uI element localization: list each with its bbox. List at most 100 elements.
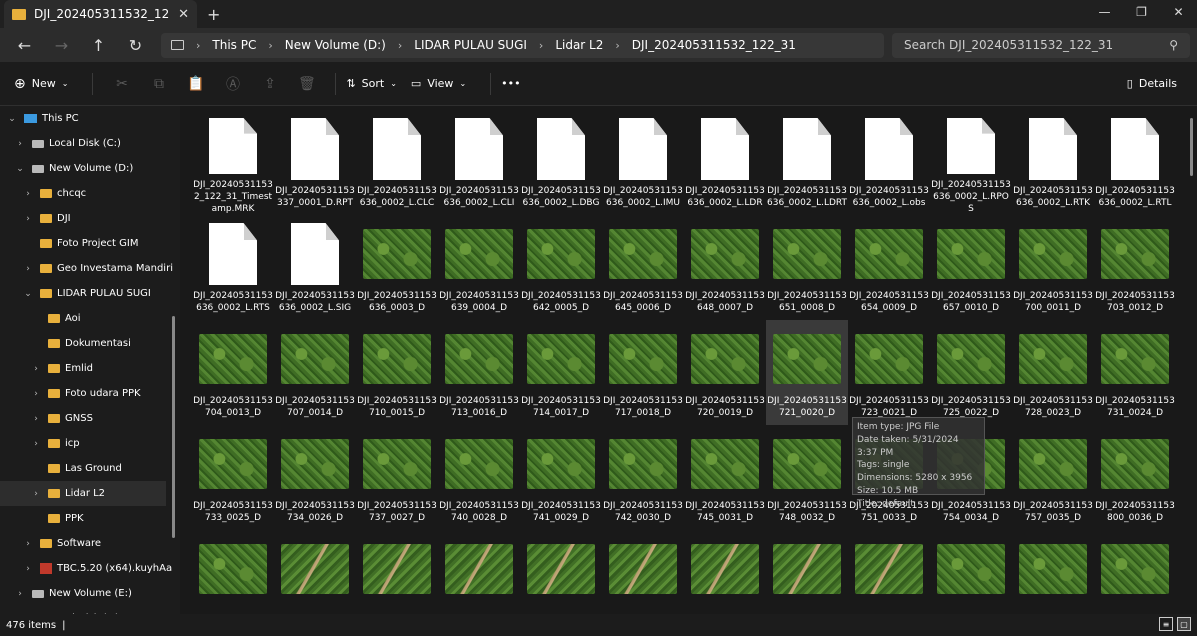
- file-item[interactable]: DJI_20240531153721_0020_D: [766, 320, 848, 425]
- file-item[interactable]: [1012, 530, 1094, 614]
- breadcrumb-item[interactable]: DJI_202405311532_122_31: [632, 38, 796, 52]
- nav-item[interactable]: ⌄ LIDAR PULAU SUGI: [0, 281, 180, 306]
- file-item[interactable]: DJI_20240531153717_0018_D: [602, 320, 684, 425]
- chevron-icon[interactable]: ›: [22, 564, 34, 574]
- more-options-button[interactable]: •••: [501, 77, 520, 90]
- paste-icon[interactable]: 📋: [177, 76, 214, 92]
- delete-icon[interactable]: 🗑: [288, 76, 325, 92]
- file-item[interactable]: DJI_20240531153636_0002_L.CLC: [356, 110, 438, 215]
- breadcrumb-item[interactable]: Lidar L2: [555, 38, 603, 52]
- file-item[interactable]: [192, 530, 274, 614]
- file-item[interactable]: [684, 530, 766, 614]
- minimize-button[interactable]: —: [1086, 0, 1123, 24]
- file-item[interactable]: DJI_20240531153745_0031_D: [684, 425, 766, 530]
- breadcrumb-separator-icon[interactable]: ›: [615, 39, 619, 52]
- file-item[interactable]: [1094, 530, 1176, 614]
- file-item[interactable]: DJI_20240531153714_0017_D: [520, 320, 602, 425]
- chevron-icon[interactable]: ›: [30, 414, 42, 424]
- file-item[interactable]: DJI_20240531153731_0024_D: [1094, 320, 1176, 425]
- file-item[interactable]: DJI_20240531153723_0021_D: [848, 320, 930, 425]
- nav-item[interactable]: › New Volume (E:): [0, 581, 180, 606]
- file-item[interactable]: DJI_20240531153748_0032_D: [766, 425, 848, 530]
- chevron-icon[interactable]: ⌄: [6, 114, 18, 124]
- file-item[interactable]: DJI_20240531153636_0002_L.RPOS: [930, 110, 1012, 215]
- chevron-icon[interactable]: ›: [14, 589, 26, 599]
- chevron-icon[interactable]: ›: [22, 189, 34, 199]
- nav-item[interactable]: › chcqc: [0, 181, 180, 206]
- nav-item[interactable]: › DJI: [0, 206, 180, 231]
- file-item[interactable]: DJI_20240531153636_0003_D: [356, 215, 438, 320]
- file-item[interactable]: DJI_20240531153710_0015_D: [356, 320, 438, 425]
- chevron-icon[interactable]: ›: [30, 389, 42, 399]
- nav-scrollbar[interactable]: [172, 316, 175, 538]
- breadcrumb-separator-icon[interactable]: ›: [268, 39, 272, 52]
- breadcrumb-item[interactable]: LIDAR PULAU SUGI: [414, 38, 527, 52]
- chevron-icon[interactable]: ›: [30, 439, 42, 449]
- breadcrumb-item[interactable]: New Volume (D:): [285, 38, 386, 52]
- details-button[interactable]: ▯ Details: [1127, 77, 1177, 90]
- file-item[interactable]: [356, 530, 438, 614]
- rename-icon[interactable]: Ⓐ: [214, 74, 251, 94]
- file-item[interactable]: DJI_20240531153636_0002_L.CLI: [438, 110, 520, 215]
- nav-item[interactable]: › GNSS: [0, 406, 180, 431]
- file-item[interactable]: [766, 530, 848, 614]
- nav-item[interactable]: ›Local Disk (F:): [0, 606, 180, 614]
- forward-button[interactable]: →: [43, 36, 80, 55]
- file-item[interactable]: DJI_20240531153800_0036_D: [1094, 425, 1176, 530]
- file-item[interactable]: [520, 530, 602, 614]
- file-item[interactable]: [930, 530, 1012, 614]
- file-item[interactable]: DJI_20240531153642_0005_D: [520, 215, 602, 320]
- tab-close-icon[interactable]: ✕: [178, 7, 189, 22]
- cut-icon[interactable]: ✂: [103, 76, 140, 92]
- file-item[interactable]: DJI_20240531153741_0029_D: [520, 425, 602, 530]
- breadcrumb-item[interactable]: This PC: [212, 38, 256, 52]
- nav-item[interactable]: PPK: [0, 506, 180, 531]
- chevron-icon[interactable]: ›: [22, 539, 34, 549]
- nav-item[interactable]: › Lidar L2: [0, 481, 166, 506]
- file-item[interactable]: DJI_20240531153728_0023_D: [1012, 320, 1094, 425]
- new-button[interactable]: ⊕ New ⌄: [14, 76, 68, 92]
- file-item[interactable]: [848, 530, 930, 614]
- file-item[interactable]: DJI_20240531153636_0002_L.IMU: [602, 110, 684, 215]
- nav-item[interactable]: ⌄ This PC: [0, 106, 180, 131]
- search-input[interactable]: Search DJI_202405311532_122_31 ⚲: [892, 32, 1190, 58]
- nav-item[interactable]: › Software: [0, 531, 180, 556]
- content-scrollbar[interactable]: [1190, 118, 1193, 176]
- file-item[interactable]: DJI_20240531153704_0013_D: [192, 320, 274, 425]
- view-button[interactable]: ▭ View ⌄: [411, 77, 466, 90]
- up-button[interactable]: ↑: [80, 36, 117, 55]
- details-view-icon[interactable]: ≡: [1159, 617, 1173, 631]
- nav-item[interactable]: ⌄ New Volume (D:): [0, 156, 180, 181]
- file-item[interactable]: DJI_20240531153725_0022_D: [930, 320, 1012, 425]
- chevron-icon[interactable]: ›: [30, 364, 42, 374]
- breadcrumb-separator-icon[interactable]: ›: [539, 39, 543, 52]
- file-item[interactable]: DJI_20240531153636_0002_L.LDRT: [766, 110, 848, 215]
- file-item[interactable]: DJI_20240531153639_0004_D: [438, 215, 520, 320]
- file-item[interactable]: DJI_20240531153337_0001_D.RPT: [274, 110, 356, 215]
- file-item[interactable]: DJI_20240531153636_0002_L.SIG: [274, 215, 356, 320]
- file-item[interactable]: DJI_20240531153657_0010_D: [930, 215, 1012, 320]
- sort-button[interactable]: ⇅ Sort ⌄: [346, 77, 396, 90]
- file-item[interactable]: DJI_20240531153636_0002_L.RTK: [1012, 110, 1094, 215]
- copy-icon[interactable]: ⧉: [140, 76, 177, 92]
- breadcrumb[interactable]: › This PC › New Volume (D:) › LIDAR PULAU SUG…: [161, 32, 884, 58]
- file-item[interactable]: DJI_20240531153654_0009_D: [848, 215, 930, 320]
- file-item[interactable]: DJI_20240531153757_0035_D: [1012, 425, 1094, 530]
- file-item[interactable]: DJI_20240531153636_0002_L.obs: [848, 110, 930, 215]
- file-item[interactable]: DJI_20240531153636_0002_L.RTL: [1094, 110, 1176, 215]
- chevron-icon[interactable]: ›: [30, 489, 42, 499]
- file-item[interactable]: DJI_20240531153733_0025_D: [192, 425, 274, 530]
- nav-item[interactable]: › Foto udara PPK: [0, 381, 180, 406]
- file-item[interactable]: DJI_20240531153713_0016_D: [438, 320, 520, 425]
- nav-item[interactable]: Foto Project GIM: [0, 231, 180, 256]
- file-item[interactable]: DJI_20240531153651_0008_D: [766, 215, 848, 320]
- file-item[interactable]: DJI_20240531153645_0006_D: [602, 215, 684, 320]
- breadcrumb-separator-icon[interactable]: ›: [398, 39, 402, 52]
- nav-item[interactable]: › Geo Investama Mandiri: [0, 256, 180, 281]
- file-item[interactable]: DJI_202405311532_122_31_Timestamp.MRK: [192, 110, 274, 215]
- chevron-icon[interactable]: ›: [14, 139, 26, 149]
- file-item[interactable]: DJI_20240531153636_0002_L.DBG: [520, 110, 602, 215]
- file-item[interactable]: DJI_20240531153703_0012_D: [1094, 215, 1176, 320]
- file-item[interactable]: DJI_20240531153740_0028_D: [438, 425, 520, 530]
- file-item[interactable]: [602, 530, 684, 614]
